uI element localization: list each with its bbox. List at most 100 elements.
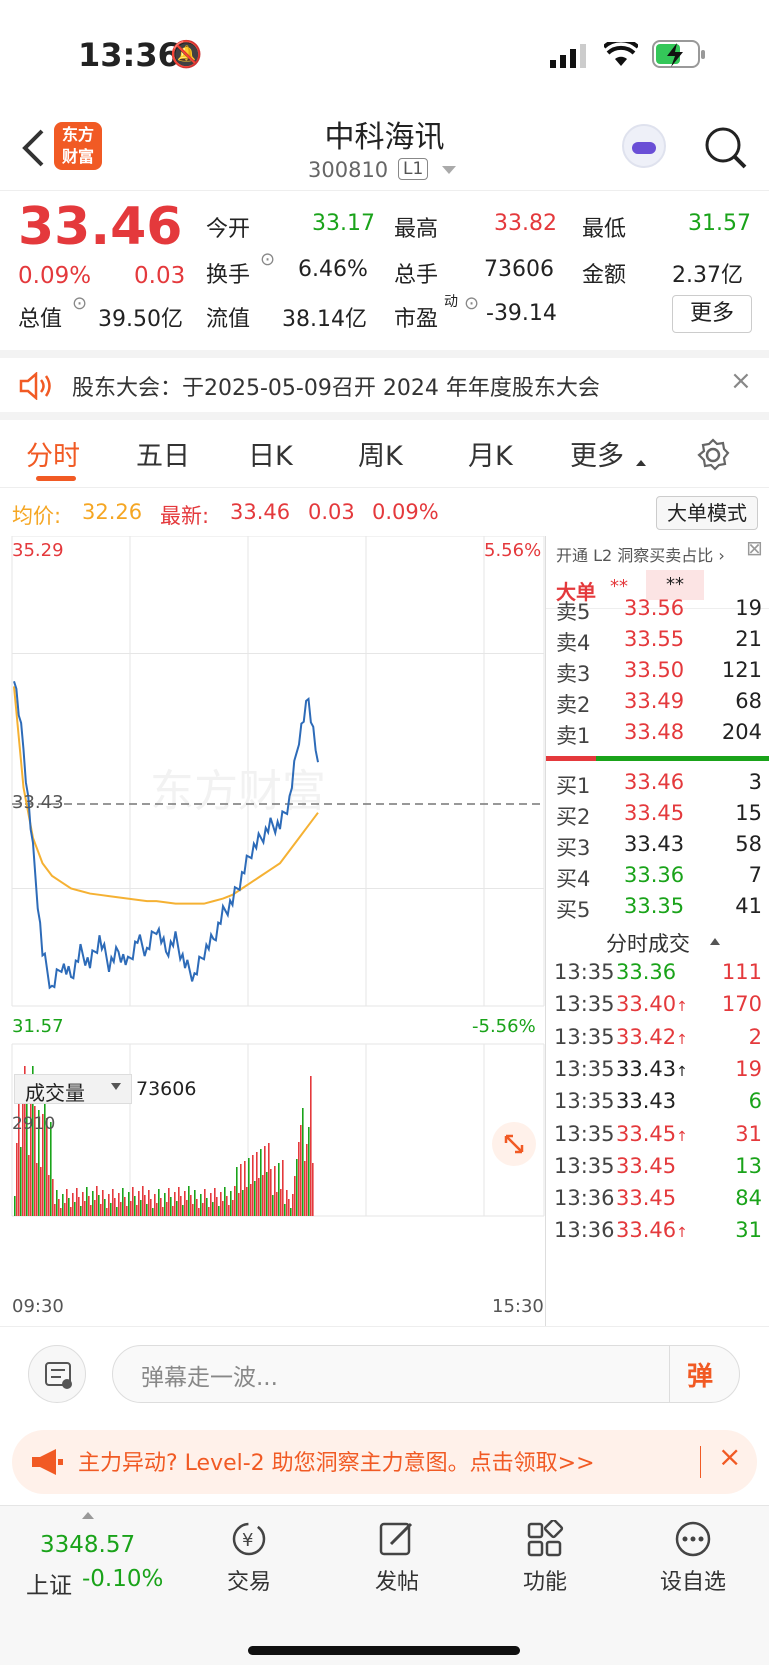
bid-ask-ratio-red [546,756,596,761]
y-axis-mid: 33.43 [12,792,64,813]
bid-row: 买2 33.45 15 [556,801,762,829]
wifi-icon [604,42,638,66]
pe-value: -39.14 [486,301,557,326]
chart-grid [11,536,545,1217]
edit-icon [379,1522,413,1556]
close-icon[interactable]: × [730,366,752,396]
robot-assistant-icon[interactable] [622,124,666,168]
x-axis-start: 09:30 [12,1296,64,1317]
bid-row: 买4 33.36 7 [556,863,762,891]
trade-button[interactable]: ¥ 交易 [194,1506,304,1596]
watermark: 东方财富 [150,766,326,817]
info-icon[interactable]: ⊙ [72,293,87,314]
add-watchlist-button[interactable]: 设自选 [638,1506,748,1596]
expand-icon[interactable] [492,1122,536,1166]
last-pct: 0.09% [372,500,439,524]
trade-row: 13:35 33.45 13 [554,1153,762,1178]
more-button[interactable]: 更多 [672,295,752,333]
change-amount: 0.03 [134,263,186,289]
danmu-bar: 弹幕走一波... 弹 [0,1326,769,1416]
index-pct[interactable]: -0.10% [82,1566,163,1592]
high-value: 33.82 [494,211,557,236]
tab-daily-k[interactable]: 日K [248,434,293,473]
close-icon[interactable]: × [718,1440,741,1473]
trade-row: 13:35 33.40↑ 170 [554,992,762,1017]
info-icon[interactable]: ⊙ [260,249,275,270]
info-icon[interactable]: ⊙ [464,293,479,314]
change-percent: 0.09% [18,263,92,289]
avg-label: 均价: [12,504,62,528]
status-bar: 13:36 🔕 [0,0,769,110]
y-axis-top: 35.29 [12,540,64,561]
trade-row: 13:35 33.36 111 [554,960,762,984]
bid-ask-ratio-green [596,756,769,761]
trade-row: 13:35 33.43↑ 19 [554,1056,762,1081]
bid-row: 买5 33.35 41 [556,894,762,922]
tab-weekly-k[interactable]: 周K [358,434,403,473]
open-label: 今开 [206,217,251,242]
last-value: 33.46 [230,500,291,524]
l2-header[interactable]: 开通 L2 洞察买卖占比 › [556,542,725,566]
mute-icon: 🔕 [170,40,203,70]
tab-five-day[interactable]: 五日 [136,434,190,473]
trades-title: 分时成交 [606,932,690,956]
trade-row: 13:35 33.45↑ 31 [554,1121,762,1146]
danmu-settings-icon[interactable] [28,1345,86,1403]
y-axis-bottom: 31.57 [12,1016,64,1037]
post-button[interactable]: 发帖 [342,1506,452,1596]
sort-up-icon[interactable] [710,938,720,945]
mcap-label: 总值 [18,307,63,332]
active-tab-indicator [36,476,76,481]
ask-row: 卖3 33.50 121 [556,658,762,686]
promo-text: 主力异动? Level-2 助您洞察主力意图。点击领取>> [78,1451,595,1476]
level2-promo-banner[interactable]: 主力异动? Level-2 助您洞察主力意图。点击领取>> × [12,1430,757,1494]
index-name[interactable]: 上证 [26,1566,72,1600]
volume-indicator-select[interactable]: 成交量 [14,1074,132,1105]
turnover-value: 6.46% [298,257,368,282]
amount-value: 2.37亿 [672,263,743,288]
order-book: 开通 L2 洞察买卖占比 › ⊠ 大单 ** ** 卖5 33.56 19 卖4 33.… [545,536,769,1326]
chevron-down-icon [111,1083,121,1090]
tab-intraday[interactable]: 分时 [26,434,80,473]
danmu-input[interactable]: 弹幕走一波... 弹 [112,1345,740,1403]
level-badge[interactable]: L1 [398,158,429,180]
low-label: 最低 [582,217,627,242]
ask-row: 卖1 33.48 204 [556,720,762,748]
search-icon[interactable] [704,126,748,170]
yuan-cycle-icon: ¥ [232,1522,266,1556]
bid-row: 买1 33.46 3 [556,770,762,798]
price-line [13,680,319,990]
trade-row: 13:35 33.42↑ 2 [554,1024,762,1049]
bid-row: 买3 33.43 58 [556,832,762,860]
index-value[interactable]: 3348.57 [40,1532,135,1558]
volume-total: 73606 [136,1078,197,1100]
notice-text: 股东大会：于2025-05-09召开 2024 年年度股东大会 [72,376,600,401]
intraday-chart[interactable]: 东方财富 35.29 33.43 31.57 5.56% -5.56% 成交量 … [0,536,545,1326]
danmu-send-button[interactable]: 弹 [687,1356,713,1393]
float-label: 流值 [206,307,251,332]
pe-label: 市盈 [394,307,439,332]
last-change: 0.03 [308,500,355,524]
settings-icon[interactable] [696,438,730,472]
battery-icon [652,40,705,68]
high-label: 最高 [394,217,439,242]
big-order-value-1: ** [610,576,628,597]
expand-up-icon[interactable] [82,1512,94,1519]
close-icon[interactable]: ⊠ [746,536,763,560]
tab-more[interactable]: 更多 [570,434,624,473]
bottom-toolbar: 3348.57 上证 -0.10% ¥ 交易 发帖 功能 设自选 [0,1505,769,1665]
tab-more-arrow-icon [636,460,646,466]
features-button[interactable]: 功能 [490,1506,600,1596]
trade-row: 13:36 33.45 84 [554,1186,762,1211]
tab-monthly-k[interactable]: 月K [468,434,513,473]
megaphone-icon [32,1449,63,1475]
chart-svg: 东方财富 [11,536,545,1217]
price-info-bar: 均价: 32.26 最新: 33.46 0.03 0.09% 大单模式 [0,490,769,536]
pe-sup: 动 [444,294,458,310]
notice-bar[interactable]: 股东大会：于2025-05-09召开 2024 年年度股东大会 × [0,350,769,420]
ask-row: 卖4 33.55 21 [556,627,762,655]
volume-max: 2910 [12,1114,56,1134]
ask-row: 卖5 33.56 19 [556,596,762,624]
dropdown-icon[interactable] [442,166,456,174]
big-order-mode-button[interactable]: 大单模式 [656,496,758,530]
